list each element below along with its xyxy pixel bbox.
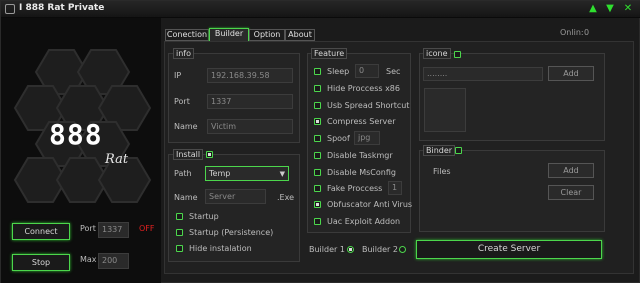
logo-text: 888 xyxy=(49,118,103,151)
path-value: Temp xyxy=(209,169,231,178)
feature-title: Feature xyxy=(311,48,348,59)
files-label: Files xyxy=(433,167,451,176)
fake-process-checkbox[interactable] xyxy=(314,185,321,192)
tab-about[interactable]: About xyxy=(285,29,315,41)
startup-persistence-label: Startup (Persistence) xyxy=(189,228,274,237)
max-input[interactable]: 200 xyxy=(98,253,129,269)
online-count: 0 xyxy=(584,28,590,37)
info-port-input[interactable]: 1337 xyxy=(207,94,293,109)
fake-process-label: Fake Proccess xyxy=(327,184,383,193)
binder-clear-button[interactable]: Clear xyxy=(548,185,594,200)
binder-checkbox[interactable] xyxy=(455,147,462,154)
logo-subtext: Rat xyxy=(105,152,129,167)
icon-path-input[interactable]: ........ xyxy=(423,67,543,81)
close-icon[interactable]: ✕ xyxy=(621,2,635,16)
install-checkbox[interactable] xyxy=(206,151,213,158)
sleep-input[interactable]: 0 xyxy=(355,64,379,78)
icon-preview-box xyxy=(424,88,466,132)
port-label: Port xyxy=(80,224,96,233)
icone-checkbox[interactable] xyxy=(454,51,461,58)
disable-taskmgr-label: Disable Taskmgr xyxy=(327,151,393,160)
title-bar: I 888 Rat Private ▲ ▼ ✕ xyxy=(1,1,640,18)
install-title: Install xyxy=(173,149,204,160)
ip-input[interactable]: 192.168.39.58 xyxy=(207,68,293,83)
tab-builder[interactable]: Builder xyxy=(209,28,249,42)
path-label: Path xyxy=(174,169,192,178)
icone-title: icone xyxy=(423,48,451,59)
compress-server-label: Compress Server xyxy=(327,117,396,126)
icone-add-button[interactable]: Add xyxy=(548,66,594,81)
server-name-input[interactable]: Server xyxy=(205,189,266,204)
obfuscator-label: Obfuscator Anti Virus xyxy=(327,200,413,209)
startup-label: Startup xyxy=(189,212,219,221)
sleep-checkbox[interactable] xyxy=(314,68,321,75)
startup-persistence-checkbox[interactable] xyxy=(176,229,183,236)
usb-spread-checkbox[interactable] xyxy=(314,102,321,109)
spoof-checkbox[interactable] xyxy=(314,135,321,142)
window-title: I 888 Rat Private xyxy=(19,3,105,13)
builder-1-label: Builder 1 xyxy=(309,245,345,254)
tab-option[interactable]: Option xyxy=(249,29,285,41)
compress-server-checkbox[interactable] xyxy=(314,118,321,125)
sleep-unit: Sec xyxy=(386,67,401,76)
builder-1-radio[interactable] xyxy=(347,246,354,253)
online-label: Onlin: xyxy=(560,28,584,37)
builder-2-radio[interactable] xyxy=(399,246,406,253)
ip-label: IP xyxy=(174,71,182,80)
main-window: I 888 Rat Private ▲ ▼ ✕ 888 Rat Connect … xyxy=(0,0,640,283)
left-panel: 888 Rat xyxy=(1,18,161,283)
max-label: Max xyxy=(80,255,97,264)
listen-port-input[interactable]: 1337 xyxy=(98,222,129,238)
fake-process-input[interactable]: 1 xyxy=(388,181,402,195)
hide-process-label: Hide Proccess x86 xyxy=(327,84,400,93)
minimize-icon[interactable]: ▲ xyxy=(586,2,600,16)
create-server-button[interactable]: Create Server xyxy=(416,240,602,259)
obfuscator-checkbox[interactable] xyxy=(314,201,321,208)
uac-exploit-checkbox[interactable] xyxy=(314,218,321,225)
victim-name-input[interactable]: Victim xyxy=(207,119,293,134)
connection-status: OFF xyxy=(139,224,155,233)
info-title: info xyxy=(173,48,195,59)
uac-exploit-label: Uac Exploit Addon xyxy=(327,217,401,226)
disable-taskmgr-checkbox[interactable] xyxy=(314,152,321,159)
chevron-down-icon: ▼ xyxy=(279,170,285,178)
info-port-label: Port xyxy=(174,97,190,106)
maximize-icon[interactable]: ▼ xyxy=(603,2,617,16)
startup-checkbox[interactable] xyxy=(176,213,183,220)
disable-msconfig-checkbox[interactable] xyxy=(314,169,321,176)
hide-process-checkbox[interactable] xyxy=(314,85,321,92)
spoof-input[interactable]: jpg xyxy=(354,131,380,145)
exe-label: .Exe xyxy=(277,193,295,202)
binder-add-button[interactable]: Add xyxy=(548,163,594,178)
stop-button[interactable]: Stop xyxy=(12,254,70,271)
path-select[interactable]: Temp ▼ xyxy=(205,166,289,181)
builder-2-label: Builder 2 xyxy=(362,245,398,254)
tab-conection[interactable]: Conection xyxy=(165,29,209,41)
binder-title: Binder xyxy=(423,145,456,156)
install-name-label: Name xyxy=(174,193,198,202)
hide-installation-label: Hide instalation xyxy=(189,244,252,253)
app-icon xyxy=(5,4,15,14)
hide-installation-checkbox[interactable] xyxy=(176,245,183,252)
sleep-label: Sleep xyxy=(327,67,350,76)
connect-button[interactable]: Connect xyxy=(12,223,70,240)
usb-spread-label: Usb Spread Shortcut xyxy=(327,101,410,110)
info-name-label: Name xyxy=(174,122,198,131)
spoof-label: Spoof xyxy=(327,134,350,143)
disable-msconfig-label: Disable MsConfig xyxy=(327,168,396,177)
